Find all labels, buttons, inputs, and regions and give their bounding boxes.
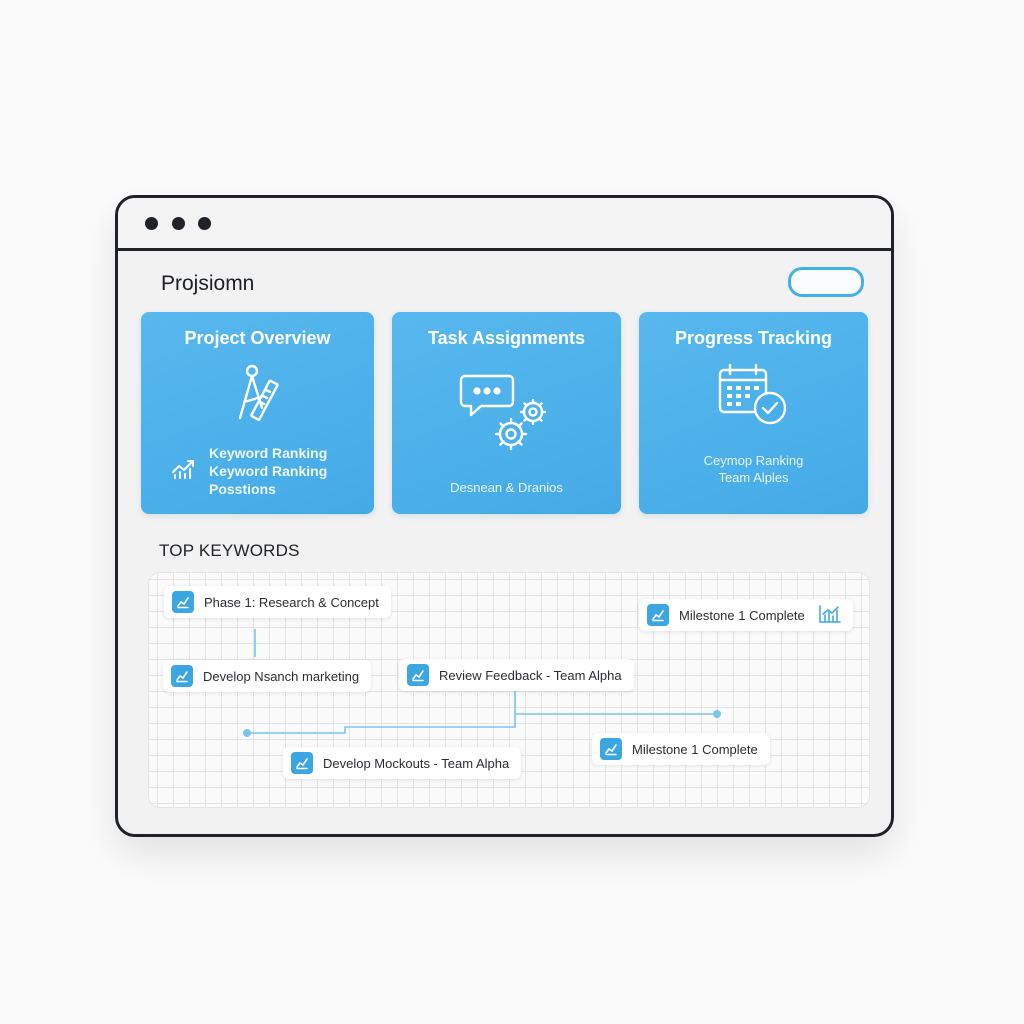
trend-chart-icon [171,458,197,485]
trend-chart-icon [407,664,429,686]
keyword-label: Phase 1: Research & Concept [204,594,379,610]
card-detail-line: Keyword Ranking [209,463,328,479]
card-detail-line: Posstions [209,481,276,497]
card-details: Keyword Ranking Keyword Ranking Posstion… [209,444,327,498]
window-control-dot[interactable] [198,217,211,230]
card-detail-line: Ceymop Ranking [703,453,804,468]
trend-chart-icon [171,665,193,687]
trend-chart-icon [291,752,313,774]
trend-chart-icon [647,604,669,626]
keyword-item[interactable]: Develop Mockouts - Team Alpha [283,747,522,779]
window-control-dot[interactable] [145,217,158,230]
card-progress-tracking[interactable]: Progress Tracking Ceymop Ranking Team Al… [639,312,868,514]
keyword-label: Review Feedback - Team Alpha [439,667,622,683]
keyword-label: Develop Nsanch marketing [203,668,360,684]
keywords-timeline: Phase 1: Research & Concept Milestone 1 … [148,572,870,808]
keyword-label: Milestone 1 Complete [632,741,758,757]
card-detail-line: Keyword Ranking [209,445,328,461]
header-pill-button[interactable] [788,267,864,297]
trend-chart-icon [600,738,622,760]
keyword-item[interactable]: Develop Nsanch marketing [163,660,372,692]
keyword-item[interactable]: Milestone 1 Complete [639,599,853,631]
bar-chart-icon [818,604,841,626]
trend-chart-icon [172,591,194,613]
card-task-assignments[interactable]: Task Assignments Desnean & Dranios [392,312,621,514]
app-window: Projsiomn Project Overview Keyword Ranki… [115,195,894,837]
keyword-item[interactable]: Phase 1: Research & Concept [164,586,391,618]
window-control-dot[interactable] [172,217,185,230]
keyword-label: Develop Mockouts - Team Alpha [323,755,510,771]
card-detail-line: Team Alples [718,470,789,485]
app-title: Projsiomn [161,272,255,295]
card-title: Progress Tracking [674,328,833,348]
window-titlebar [118,198,891,251]
section-title: TOP KEYWORDS [159,541,300,560]
keyword-item[interactable]: Review Feedback - Team Alpha [399,659,634,691]
keyword-item[interactable]: Milestone 1 Complete [592,733,770,765]
calendar-check-icon [716,362,792,437]
card-title: Task Assignments [427,328,586,348]
card-subtitle: Desnean & Dranios [450,480,563,495]
chat-gears-icon [457,372,557,467]
card-title: Project Overview [184,328,331,348]
keyword-label: Milestone 1 Complete [679,607,805,623]
card-details: Ceymop Ranking Team Alples [639,452,868,486]
card-project-overview[interactable]: Project Overview Keyword Ranking Keyword… [141,312,374,514]
drafting-compass-icon [228,362,288,431]
